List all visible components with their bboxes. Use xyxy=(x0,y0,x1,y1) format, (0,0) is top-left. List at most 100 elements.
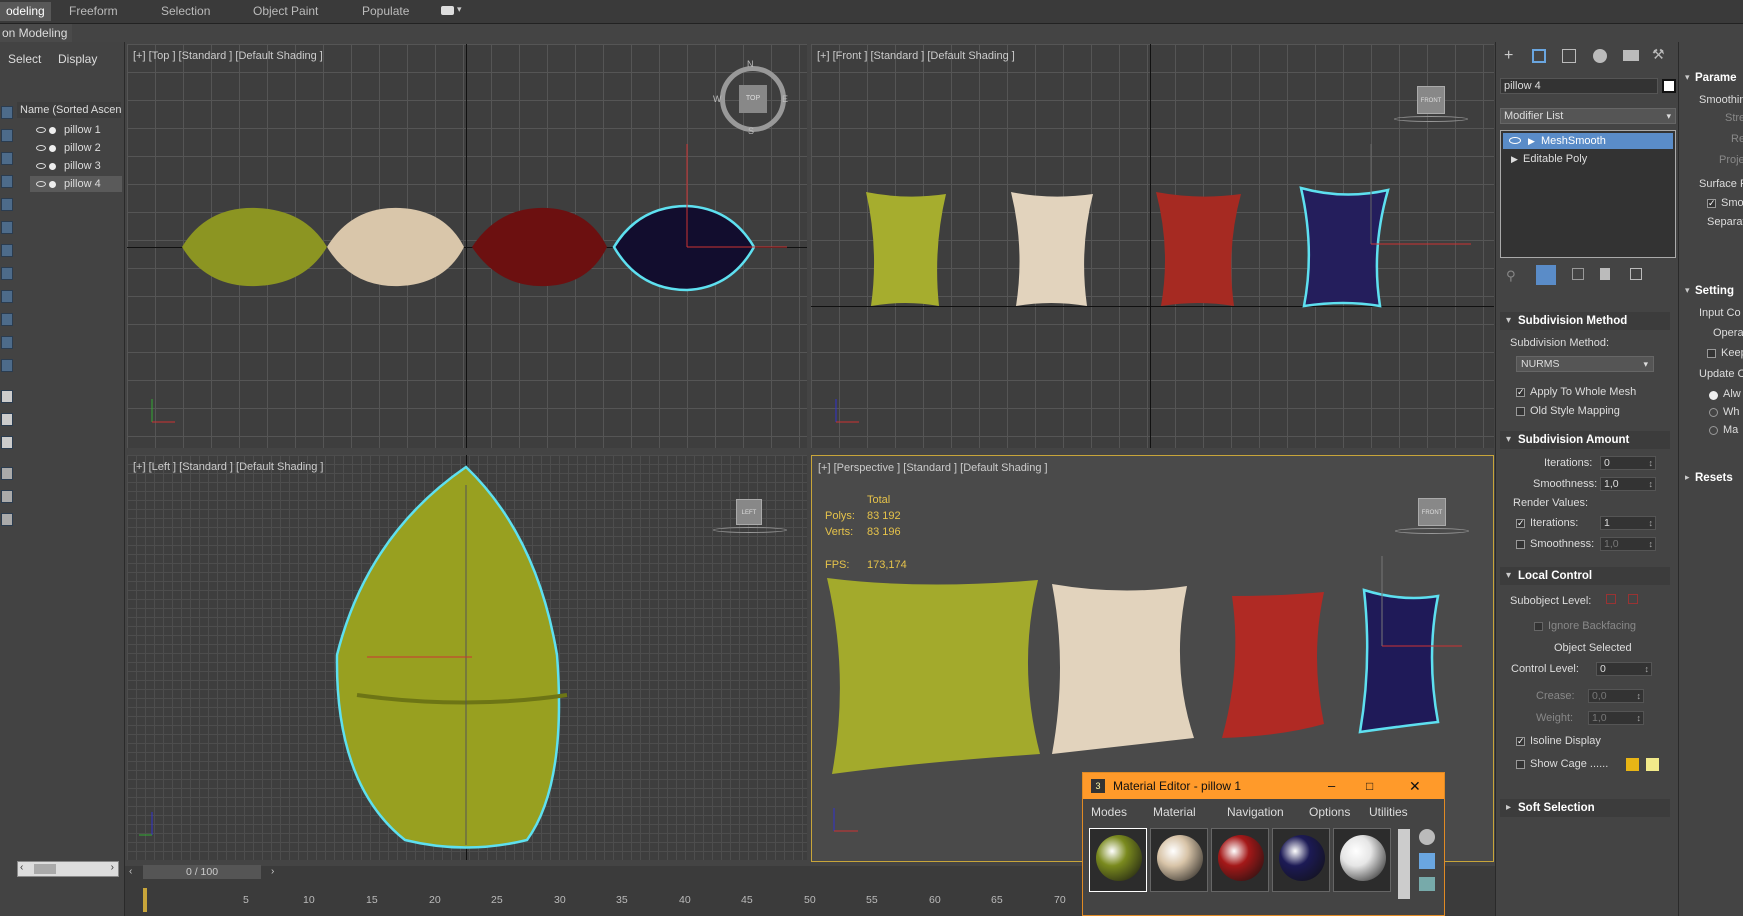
explorer-column-header[interactable]: Name (Sorted Ascen xyxy=(17,102,121,118)
viewcube-ring[interactable] xyxy=(1395,528,1469,534)
display-tab-icon[interactable] xyxy=(1623,50,1639,61)
menu-modes[interactable]: Modes xyxy=(1091,805,1127,819)
material-slot-3[interactable] xyxy=(1211,828,1269,892)
weight-spinner[interactable]: 1,0 xyxy=(1588,711,1644,725)
chevron-down-icon[interactable]: ▾ xyxy=(1643,357,1648,371)
viewcube-compass[interactable]: TOP xyxy=(720,66,786,132)
expand-arrow-icon[interactable]: ▶ xyxy=(1528,133,1535,149)
modify-tab-icon[interactable] xyxy=(1532,49,1546,63)
scroll-left-icon[interactable]: ‹ xyxy=(20,862,23,873)
modifier-list-dropdown[interactable]: Modifier List ▾ xyxy=(1500,108,1676,124)
eye-icon[interactable] xyxy=(1509,137,1521,144)
rollout-subdivision-amount[interactable]: Subdivision Amount xyxy=(1500,431,1670,449)
motion-tab-icon[interactable] xyxy=(1593,49,1607,63)
rollout-resets[interactable]: ▸ Resets xyxy=(1683,472,1743,488)
backlight-icon[interactable] xyxy=(1419,853,1435,869)
material-slot-4[interactable] xyxy=(1272,828,1330,892)
ignore-backfacing-checkbox[interactable] xyxy=(1534,622,1543,631)
material-slot-5[interactable] xyxy=(1333,828,1391,892)
tab-modeling[interactable]: odeling xyxy=(0,2,51,21)
eye-icon[interactable] xyxy=(36,181,46,188)
menu-material[interactable]: Material xyxy=(1153,805,1196,819)
list-item-selected[interactable]: pillow 4 xyxy=(30,176,122,192)
time-slider[interactable]: 0 / 100 xyxy=(143,865,261,879)
next-frame-icon[interactable]: › xyxy=(271,866,274,877)
time-marker[interactable] xyxy=(143,888,147,912)
rollout-parameters[interactable]: ▾ Parame xyxy=(1683,72,1743,88)
invert-selection-icon[interactable] xyxy=(1,436,13,449)
eye-icon[interactable] xyxy=(36,163,46,170)
stack-item-editable-poly[interactable]: ▶ Editable Poly xyxy=(1503,151,1673,167)
list-item[interactable]: pillow 3 xyxy=(30,158,122,174)
menu-display[interactable]: Display xyxy=(58,52,97,66)
explorer-scrollbar[interactable]: ‹ › xyxy=(17,861,119,877)
isoline-display-checkbox[interactable]: ✓ xyxy=(1516,737,1525,746)
close-icon[interactable]: ✕ xyxy=(1409,773,1421,799)
filter-frozen-icon[interactable] xyxy=(1,336,13,349)
render-dot-icon[interactable] xyxy=(49,162,56,170)
pin-stack-icon[interactable]: ⚲ xyxy=(1506,268,1516,284)
utilities-tab-icon[interactable]: ⚒ xyxy=(1652,46,1665,63)
hierarchy-tab-icon[interactable] xyxy=(1562,49,1576,63)
eye-icon[interactable] xyxy=(36,127,46,134)
menu-utilities[interactable]: Utilities xyxy=(1369,805,1408,819)
select-none-icon[interactable] xyxy=(1,413,13,426)
tab-freeform[interactable]: Freeform xyxy=(69,4,118,18)
smooth-result-checkbox[interactable]: ✓ xyxy=(1707,199,1716,208)
filter-lights-icon[interactable] xyxy=(1,152,13,165)
chevron-down-icon[interactable]: ▾ xyxy=(1666,109,1671,123)
render-dot-icon[interactable] xyxy=(49,126,56,134)
minimize-icon[interactable]: – xyxy=(1328,773,1335,799)
menu-options[interactable]: Options xyxy=(1309,805,1350,819)
show-cage-checkbox[interactable] xyxy=(1516,760,1525,769)
expand-arrow-icon[interactable]: ▶ xyxy=(1511,151,1518,167)
render-dot-icon[interactable] xyxy=(49,144,56,152)
tab-populate[interactable]: Populate xyxy=(362,4,409,18)
material-slot-2[interactable] xyxy=(1150,828,1208,892)
subdivision-method-select[interactable]: NURMS ▾ xyxy=(1516,356,1654,372)
render-smoothness-checkbox[interactable] xyxy=(1516,540,1525,549)
slot-scrollbar[interactable] xyxy=(1398,829,1410,899)
list-item[interactable]: pillow 2 xyxy=(30,140,122,156)
iterations-spinner[interactable]: 0 xyxy=(1600,456,1656,470)
chevron-down-icon[interactable]: ▾ xyxy=(457,4,462,15)
prev-frame-icon[interactable]: ‹ xyxy=(129,866,132,877)
edge-level-icon[interactable] xyxy=(1628,594,1638,604)
create-tab-icon[interactable]: + xyxy=(1504,47,1513,65)
filter-hidden-icon[interactable] xyxy=(1,359,13,372)
filter-containers-icon[interactable] xyxy=(1,313,13,326)
configure-sets-icon[interactable] xyxy=(1630,268,1642,280)
viewport-left[interactable]: [+] [Left ] [Standard ] [Default Shading… xyxy=(127,455,807,860)
camera-icon[interactable] xyxy=(441,6,454,15)
cage-color-swatch-1[interactable] xyxy=(1626,758,1639,771)
rollout-soft-selection[interactable]: Soft Selection xyxy=(1500,799,1670,817)
vertex-level-icon[interactable] xyxy=(1606,594,1616,604)
viewport-front[interactable]: [+] [Front ] [Standard ] [Default Shadin… xyxy=(811,44,1494,448)
viewcube-perspective[interactable]: FRONT xyxy=(1418,498,1446,526)
keep-faces-checkbox[interactable] xyxy=(1707,349,1716,358)
old-style-mapping-checkbox[interactable] xyxy=(1516,407,1525,416)
scroll-thumb[interactable] xyxy=(34,864,56,874)
polygon-modeling-panel[interactable]: on Modeling xyxy=(0,24,72,42)
filter-shapes-icon[interactable] xyxy=(1,129,13,142)
make-unique-icon[interactable] xyxy=(1572,268,1584,280)
viewcube-top-face[interactable]: TOP xyxy=(739,85,767,113)
filter-helpers-icon[interactable] xyxy=(1,198,13,211)
remove-modifier-icon[interactable] xyxy=(1600,268,1610,280)
scroll-right-icon[interactable]: › xyxy=(111,862,114,873)
render-iterations-checkbox[interactable]: ✓ xyxy=(1516,519,1525,528)
settings-icon[interactable] xyxy=(1,467,13,480)
viewcube-ring[interactable] xyxy=(713,527,787,533)
material-slot-1[interactable] xyxy=(1089,828,1147,892)
rollout-local-control[interactable]: Local Control xyxy=(1500,567,1670,585)
menu-select[interactable]: Select xyxy=(8,52,41,66)
object-color-swatch[interactable] xyxy=(1662,79,1676,93)
viewcube-left[interactable]: LEFT xyxy=(736,499,762,525)
filter-groups-icon[interactable] xyxy=(1,244,13,257)
show-end-result-icon[interactable] xyxy=(1536,265,1556,285)
filter-icon[interactable] xyxy=(1,490,13,503)
filter-geometry-icon[interactable] xyxy=(1,106,13,119)
viewcube-front[interactable]: FRONT xyxy=(1417,86,1445,114)
rollout-subdivision-method[interactable]: Subdivision Method xyxy=(1500,312,1670,330)
find-icon[interactable] xyxy=(1,513,13,526)
